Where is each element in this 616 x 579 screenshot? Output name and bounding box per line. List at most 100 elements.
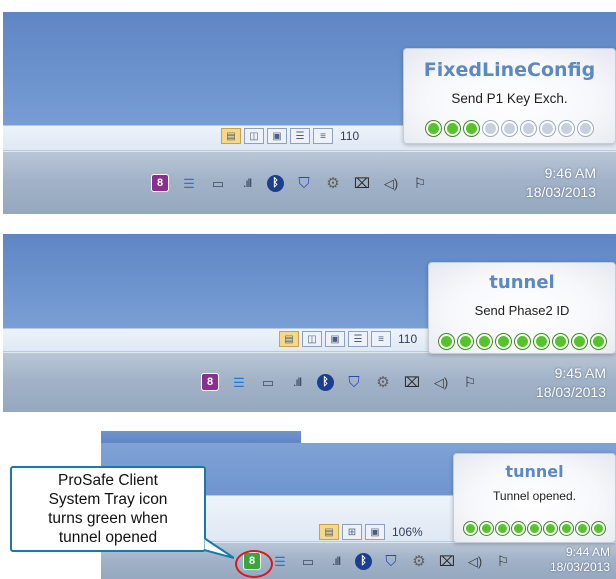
clock-time: 9:46 AM bbox=[544, 165, 596, 181]
progress-dot bbox=[426, 121, 441, 136]
notification-message: Send Phase2 ID bbox=[474, 303, 570, 318]
notification-popup: FixedLineConfig Send P1 Key Exch. bbox=[403, 48, 616, 144]
database-icon[interactable]: ☰ bbox=[271, 552, 289, 570]
plug-icon[interactable]: ⌧ bbox=[403, 373, 421, 391]
prosafe-vpn-icon[interactable]: 8 bbox=[151, 174, 169, 192]
progress-dot bbox=[464, 121, 479, 136]
callout-pointer bbox=[204, 538, 234, 559]
flag-icon[interactable]: ⚐ bbox=[411, 174, 429, 192]
notification-message: Send P1 Key Exch. bbox=[451, 91, 568, 106]
notification-title: FixedLineConfig bbox=[423, 59, 596, 81]
full-screen-reading-button[interactable]: ◫ bbox=[244, 128, 264, 144]
plug-icon[interactable]: ⌧ bbox=[438, 552, 456, 570]
progress-dot bbox=[544, 522, 557, 535]
progress-dot bbox=[528, 522, 541, 535]
bluetooth-icon[interactable]: ᛒ bbox=[317, 373, 334, 391]
bluetooth-icon[interactable]: ᛒ bbox=[267, 174, 284, 192]
gear-icon[interactable]: ⚙ bbox=[324, 174, 342, 192]
progress-dot bbox=[495, 334, 511, 349]
progress-dot bbox=[514, 334, 530, 349]
outline-view-button[interactable]: ☰ bbox=[290, 128, 310, 144]
progress-dot bbox=[578, 121, 593, 136]
progress-dot bbox=[552, 334, 568, 349]
progress-dot bbox=[480, 522, 493, 535]
callout-line-1: ProSafe Client bbox=[58, 472, 158, 489]
view-buttons: ▤ ◫ ▣ ☰ ≡ 110 bbox=[221, 128, 359, 144]
screenshot-panel-2: ▤ ◫ ▣ ☰ ≡ 110 8 ☰ ▭ .ıll ᛒ ⛉ ⚙ ⌧ ◁) ⚐ 9:… bbox=[3, 234, 616, 412]
clock[interactable]: 9:44 AM 18/03/2013 bbox=[550, 545, 610, 575]
print-layout-view-button[interactable]: ▤ bbox=[221, 128, 241, 144]
view-buttons: ▤ ◫ ▣ ☰ ≡ 110 bbox=[279, 331, 417, 347]
notification-popup: tunnel Tunnel opened. bbox=[453, 453, 616, 543]
database-icon[interactable]: ☰ bbox=[180, 174, 198, 192]
print-layout-view-button[interactable]: ▤ bbox=[319, 524, 339, 540]
progress-dot bbox=[476, 334, 492, 349]
signal-bars-icon[interactable]: .ıll bbox=[327, 552, 345, 570]
zoom-level[interactable]: 110 bbox=[398, 332, 417, 346]
notification-title: tunnel bbox=[505, 462, 564, 481]
shield-icon[interactable]: ⛉ bbox=[295, 174, 313, 192]
web-layout-button[interactable]: ▣ bbox=[325, 331, 345, 347]
progress-dot bbox=[560, 522, 573, 535]
flag-icon[interactable]: ⚐ bbox=[461, 373, 479, 391]
full-screen-reading-button[interactable]: ⊞ bbox=[342, 524, 362, 540]
prosafe-vpn-icon[interactable]: 8 bbox=[201, 373, 219, 391]
progress-dot bbox=[533, 334, 549, 349]
notification-popup: tunnel Send Phase2 ID bbox=[428, 262, 616, 354]
flag-icon[interactable]: ⚐ bbox=[494, 552, 512, 570]
progress-dots bbox=[429, 334, 615, 349]
signal-bars-icon[interactable]: .ıll bbox=[288, 373, 306, 391]
speaker-icon[interactable]: ◁) bbox=[432, 373, 450, 391]
progress-dot bbox=[559, 121, 574, 136]
web-layout-button[interactable]: ▣ bbox=[365, 524, 385, 540]
shield-icon[interactable]: ⛉ bbox=[345, 373, 363, 391]
gear-icon[interactable]: ⚙ bbox=[374, 373, 392, 391]
zoom-level[interactable]: 106% bbox=[392, 525, 423, 539]
clock-date: 18/03/2013 bbox=[525, 184, 596, 200]
system-tray: 8 ☰ ▭ .ıll ᛒ ⛉ ⚙ ⌧ ◁) ⚐ bbox=[151, 174, 429, 192]
shield-icon[interactable]: ⛉ bbox=[382, 552, 400, 570]
full-screen-reading-button[interactable]: ◫ bbox=[302, 331, 322, 347]
draft-view-button[interactable]: ≡ bbox=[371, 331, 391, 347]
monitor-icon[interactable]: ▭ bbox=[299, 552, 317, 570]
zoom-level[interactable]: 110 bbox=[340, 129, 359, 143]
progress-dot bbox=[576, 522, 589, 535]
web-layout-button[interactable]: ▣ bbox=[267, 128, 287, 144]
system-tray: 8 ☰ ▭ .ıll ᛒ ⛉ ⚙ ⌧ ◁) ⚐ bbox=[243, 552, 512, 570]
progress-dots bbox=[454, 522, 615, 535]
gear-icon[interactable]: ⚙ bbox=[410, 552, 428, 570]
progress-dot bbox=[540, 121, 555, 136]
notification-message: Tunnel opened. bbox=[493, 489, 576, 503]
progress-dot bbox=[496, 522, 509, 535]
progress-dots bbox=[404, 121, 615, 136]
view-buttons: ▤ ⊞ ▣ 106% bbox=[319, 524, 423, 540]
callout-line-2: System Tray icon bbox=[48, 491, 168, 508]
clock[interactable]: 9:46 AM 18/03/2013 bbox=[526, 164, 596, 202]
progress-dot bbox=[590, 334, 606, 349]
callout-line-3: turns green when bbox=[48, 510, 168, 527]
plug-icon[interactable]: ⌧ bbox=[353, 174, 371, 192]
progress-dot bbox=[592, 522, 605, 535]
clock[interactable]: 9:45 AM 18/03/2013 bbox=[536, 364, 606, 402]
progress-dot bbox=[512, 522, 525, 535]
print-layout-view-button[interactable]: ▤ bbox=[279, 331, 299, 347]
window-edge bbox=[101, 431, 301, 443]
progress-dot bbox=[438, 334, 454, 349]
monitor-icon[interactable]: ▭ bbox=[259, 373, 277, 391]
clock-date: 18/03/2013 bbox=[535, 384, 606, 400]
signal-bars-icon[interactable]: .ıll bbox=[238, 174, 256, 192]
outline-view-button[interactable]: ☰ bbox=[348, 331, 368, 347]
monitor-icon[interactable]: ▭ bbox=[209, 174, 227, 192]
callout-line-4: tunnel opened bbox=[58, 529, 158, 546]
speaker-icon[interactable]: ◁) bbox=[382, 174, 400, 192]
database-icon[interactable]: ☰ bbox=[230, 373, 248, 391]
prosafe-icon-highlight-ring bbox=[235, 550, 273, 578]
bluetooth-icon[interactable]: ᛒ bbox=[355, 552, 372, 570]
callout-box: ProSafe Client System Tray icon turns gr… bbox=[10, 466, 206, 552]
speaker-icon[interactable]: ◁) bbox=[466, 552, 484, 570]
progress-dot bbox=[483, 121, 498, 136]
progress-dot bbox=[521, 121, 536, 136]
clock-date: 18/03/2013 bbox=[549, 560, 610, 574]
progress-dot bbox=[571, 334, 587, 349]
draft-view-button[interactable]: ≡ bbox=[313, 128, 333, 144]
